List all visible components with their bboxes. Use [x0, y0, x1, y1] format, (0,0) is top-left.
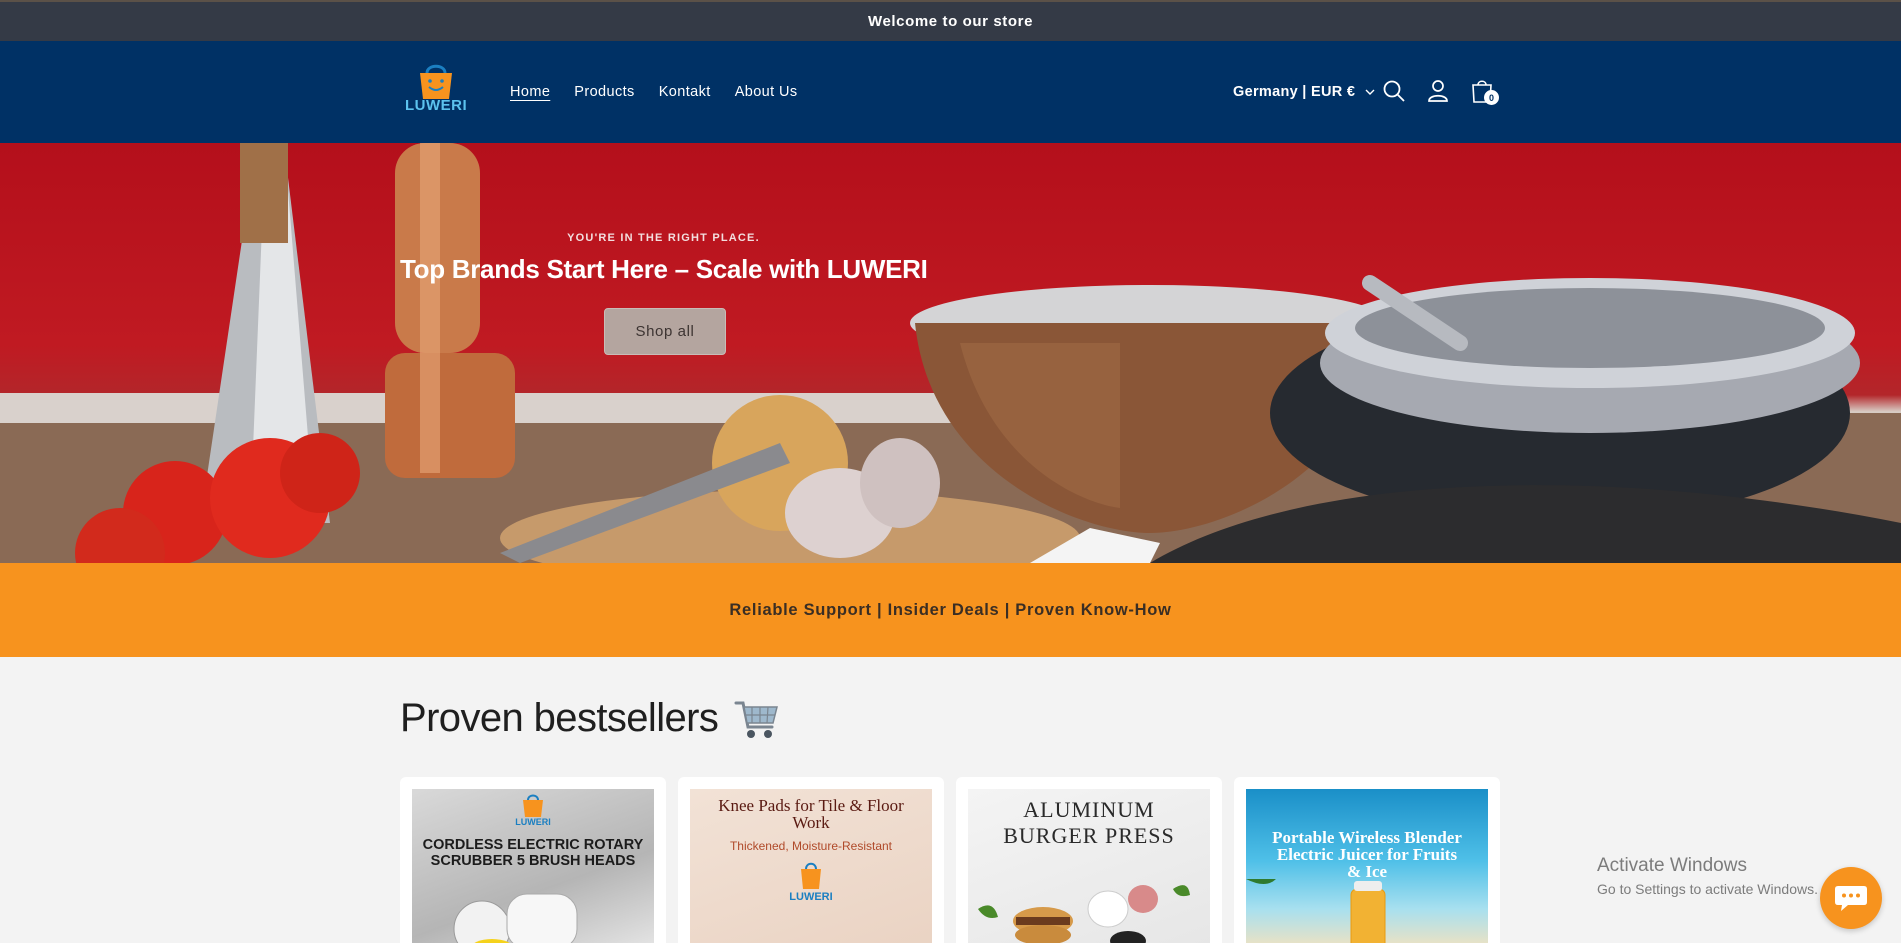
windows-activation-watermark: Activate Windows Go to Settings to activ…: [1597, 855, 1818, 897]
account-icon[interactable]: [1424, 77, 1452, 105]
product-image-title: ALUMINUM BURGER PRESS: [1003, 797, 1175, 848]
nav-products[interactable]: Products: [574, 84, 634, 100]
cart-icon[interactable]: 0: [1468, 77, 1499, 105]
main-nav: Home Products Kontakt About Us: [510, 41, 798, 143]
shop-all-button[interactable]: Shop all: [604, 308, 726, 355]
shopping-cart-icon: [734, 701, 779, 738]
product-card[interactable]: LUWERI CORDLESS ELECTRIC ROTARY SCRUBBER…: [400, 777, 666, 943]
product-image-title: CORDLESS ELECTRIC ROTARY SCRUBBER 5 BRUS…: [422, 837, 644, 869]
usp-text: Reliable Support | Insider Deals | Prove…: [729, 600, 1172, 619]
search-icon[interactable]: [1380, 77, 1408, 105]
announcement-bar: Welcome to our store: [0, 0, 1901, 41]
burger-press-product-photo: [978, 885, 1190, 943]
shopping-bag-logo-icon: [420, 64, 452, 99]
site-header: LUWERI Home Products Kontakt About Us Ge…: [0, 41, 1901, 143]
chat-button[interactable]: [1820, 867, 1882, 929]
shopping-bag-logo-icon: [801, 862, 821, 889]
product-image-title: Knee Pads for Tile & Floor Work: [718, 796, 904, 832]
locale-label: Germany | EUR €: [1233, 84, 1356, 100]
bestsellers-title: Proven bestsellers: [400, 696, 719, 740]
product-card[interactable]: Knee Pads for Tile & Floor Work Thickene…: [678, 777, 944, 943]
hero-eyebrow-text: YOU'RE IN THE RIGHT PLACE.: [567, 232, 760, 244]
store-logo[interactable]: LUWERI: [405, 61, 467, 117]
announcement-text: Welcome to our store: [867, 13, 1034, 30]
scrubber-product-photo: [453, 893, 578, 943]
chat-bubble-icon: [1835, 886, 1867, 911]
watermark-subtitle: Go to Settings to activate Windows.: [1597, 881, 1818, 897]
watermark-title: Activate Windows: [1597, 855, 1747, 876]
logo-wordmark: LUWERI: [405, 97, 468, 114]
product-image-subtitle: Thickened, Moisture-Resistant: [729, 839, 893, 853]
product-image: ALUMINUM BURGER PRESS: [968, 789, 1210, 943]
nav-kontakt[interactable]: Kontakt: [659, 84, 711, 100]
country-currency-selector[interactable]: Germany | EUR €: [1233, 41, 1375, 143]
kitchen-hero-image: [0, 143, 1901, 563]
nav-home[interactable]: Home: [510, 84, 550, 100]
product-card[interactable]: Portable Wireless Blender Electric Juice…: [1234, 777, 1500, 943]
product-image: Knee Pads for Tile & Floor Work Thickene…: [690, 789, 932, 943]
product-image: Portable Wireless Blender Electric Juice…: [1246, 789, 1488, 943]
product-image-badge: LUWERI: [515, 817, 551, 827]
product-image-title: Portable Wireless Blender Electric Juice…: [1272, 828, 1462, 881]
blender-product-photo: [1246, 879, 1386, 943]
chevron-down-icon: [1365, 89, 1375, 95]
product-image: LUWERI CORDLESS ELECTRIC ROTARY SCRUBBER…: [412, 789, 654, 943]
hero-heading: Top Brands Start Here – Scale with LUWER…: [400, 254, 928, 284]
usp-banner: Reliable Support | Insider Deals | Prove…: [0, 563, 1901, 657]
product-card[interactable]: ALUMINUM BURGER PRESS: [956, 777, 1222, 943]
product-image-badge: LUWERI: [789, 891, 833, 903]
cart-count-badge: 0: [1484, 90, 1499, 105]
nav-about-us[interactable]: About Us: [735, 84, 798, 100]
bestsellers-heading: Proven bestsellers: [400, 696, 780, 741]
hero-banner: YOU'RE IN THE RIGHT PLACE. Top Brands St…: [0, 143, 1901, 563]
